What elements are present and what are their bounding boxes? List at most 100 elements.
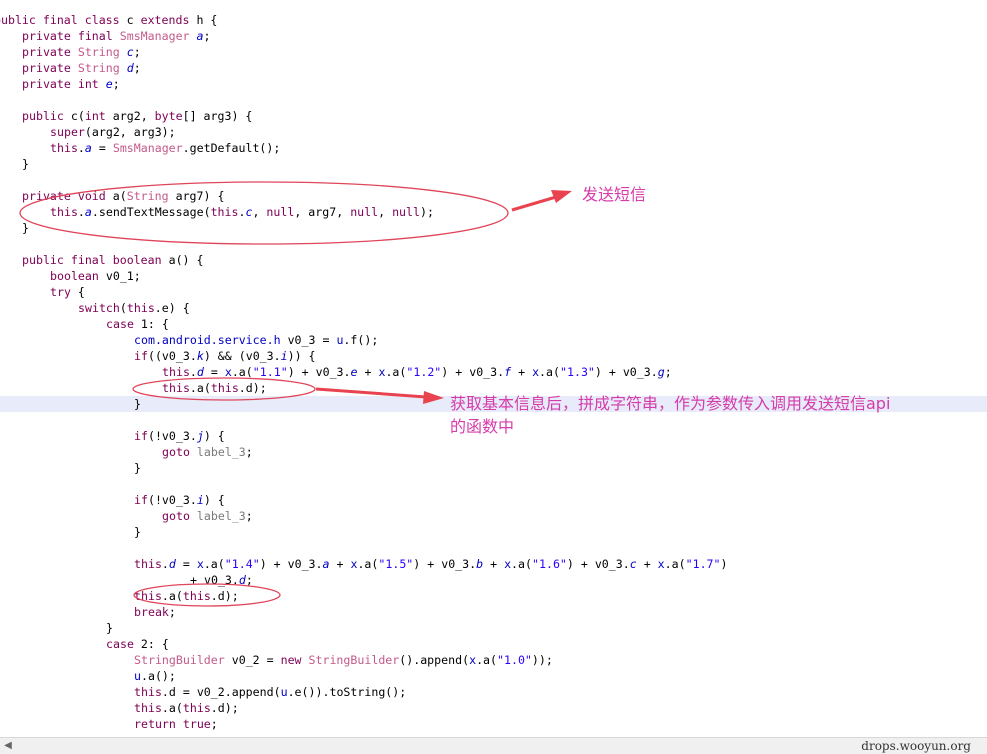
code-token: super <box>50 125 85 139</box>
code-token: a <box>84 141 92 155</box>
code-token: private int <box>22 77 106 91</box>
horizontal-scrollbar[interactable]: ◀ drops.wooyun.org <box>0 737 987 754</box>
code-line[interactable]: StringBuilder v0_2 = new StringBuilder()… <box>134 652 553 668</box>
code-token: ) + v0_3. <box>594 365 658 379</box>
code-line[interactable]: public final boolean a() { <box>22 252 204 268</box>
code-token: + <box>329 557 351 571</box>
code-token: x <box>657 557 665 571</box>
code-line[interactable]: case 1: { <box>106 316 169 332</box>
code-token: ); <box>420 205 434 219</box>
code-token: null <box>266 205 295 219</box>
code-token: "1.2" <box>406 365 442 379</box>
code-line[interactable]: break; <box>134 604 176 620</box>
code-token: public final boolean <box>22 253 162 267</box>
code-line[interactable]: goto label_3; <box>162 444 253 460</box>
code-token: ) + v0_3. <box>441 365 505 379</box>
code-token: label_3 <box>189 445 246 459</box>
code-line[interactable]: return true; <box>134 716 218 732</box>
code-line[interactable]: } <box>134 524 141 540</box>
code-token: (arg2, arg3); <box>84 125 176 139</box>
code-line[interactable]: this.d = v0_2.append(u.e()).toString(); <box>134 684 406 700</box>
code-line[interactable]: goto label_3; <box>162 508 253 524</box>
code-token: public <box>22 109 64 123</box>
code-token: )); <box>531 653 553 667</box>
code-token: . <box>161 557 169 571</box>
code-line[interactable]: boolean v0_1; <box>50 268 141 284</box>
code-token: = <box>175 557 197 571</box>
watermark: drops.wooyun.org <box>861 739 971 753</box>
code-line[interactable]: try { <box>50 284 85 300</box>
code-token: u <box>134 669 141 683</box>
code-line[interactable]: private String c; <box>22 44 141 60</box>
code-token: StringBuilder <box>134 653 225 667</box>
code-token: = <box>203 365 225 379</box>
annotation-send-sms: 发送短信 <box>582 185 647 204</box>
code-token: { <box>70 285 85 299</box>
code-token: "1.4" <box>224 557 260 571</box>
code-line[interactable]: private void a(String arg7) { <box>22 188 224 204</box>
scroll-left-icon[interactable]: ◀ <box>2 740 14 752</box>
code-token: this <box>50 205 78 219</box>
code-token: + <box>483 557 505 571</box>
code-line[interactable]: this.d = x.a("1.1") + v0_3.e + x.a("1.2"… <box>162 364 672 380</box>
code-token: ; <box>245 445 253 459</box>
code-token: ) + v0_3. <box>566 557 630 571</box>
code-token: ; <box>664 365 672 379</box>
code-line[interactable]: this.a(this.d); <box>134 700 239 716</box>
code-token: [] arg3) { <box>182 109 253 123</box>
code-token: extends <box>140 13 190 27</box>
code-token: boolean <box>50 269 99 283</box>
code-line[interactable]: switch(this.e) { <box>78 300 190 316</box>
code-line[interactable]: this.a.sendTextMessage(this.c, null, arg… <box>50 204 434 220</box>
code-line[interactable]: com.android.service.h v0_3 = u.f(); <box>134 332 378 348</box>
code-token: c( <box>63 109 85 123</box>
code-token: v0_3 = <box>280 333 337 347</box>
code-line[interactable]: public c(int arg2, byte[] arg3) { <box>22 108 252 124</box>
code-line[interactable]: private final SmsManager a; <box>22 28 211 44</box>
code-line[interactable]: private String d; <box>22 60 141 76</box>
code-token: a <box>189 29 204 43</box>
code-line[interactable]: } <box>106 620 113 636</box>
code-token: this <box>134 557 162 571</box>
code-editor[interactable]: public final class c extends h {private … <box>0 0 987 738</box>
code-line[interactable]: if((v0_3.k) && (v0_3.i)) { <box>134 348 316 364</box>
code-token: )) { <box>287 349 316 363</box>
code-line[interactable]: this.d = x.a("1.4") + v0_3.a + x.a("1.5"… <box>134 556 728 572</box>
code-line[interactable]: if(!v0_3.i) { <box>134 492 225 508</box>
code-line[interactable]: if(!v0_3.j) { <box>134 428 225 444</box>
code-line[interactable]: super(arg2, arg3); <box>50 124 176 140</box>
code-line[interactable]: case 2: { <box>106 636 169 652</box>
code-line[interactable]: } <box>134 396 141 412</box>
code-token: "1.3" <box>560 365 595 379</box>
code-token: this <box>210 205 239 219</box>
code-line[interactable]: u.a(); <box>134 668 176 684</box>
code-token: try <box>50 285 71 299</box>
code-line[interactable]: + v0_3.d; <box>190 572 253 588</box>
code-token: 2: { <box>133 637 169 651</box>
code-token: (!v0_3. <box>147 493 197 507</box>
code-token: int <box>84 109 106 123</box>
code-token: i <box>280 349 288 363</box>
code-token: .a( <box>231 365 253 379</box>
code-token: = <box>91 141 113 155</box>
code-token: private <box>22 61 78 75</box>
code-line[interactable]: } <box>134 460 141 476</box>
code-line[interactable]: } <box>22 156 29 172</box>
code-line[interactable]: } <box>22 220 29 236</box>
code-line[interactable]: this.a(this.d); <box>134 588 239 604</box>
code-token: a <box>322 557 330 571</box>
code-token: ) <box>720 557 728 571</box>
code-line[interactable]: public final class c extends h { <box>0 12 217 28</box>
code-token: + v0_3. <box>190 573 239 587</box>
code-line[interactable]: private int e; <box>22 76 120 92</box>
code-token: this <box>162 365 190 379</box>
code-token: c <box>119 13 141 27</box>
code-line[interactable]: this.a = SmsManager.getDefault(); <box>50 140 280 156</box>
code-line[interactable]: this.a(this.d); <box>162 380 267 396</box>
code-token: u <box>280 685 288 699</box>
code-token: a <box>84 205 92 219</box>
code-token: + <box>636 557 658 571</box>
code-token: .sendTextMessage( <box>91 205 211 219</box>
code-token: .d); <box>210 701 239 715</box>
code-token: } <box>22 157 29 171</box>
